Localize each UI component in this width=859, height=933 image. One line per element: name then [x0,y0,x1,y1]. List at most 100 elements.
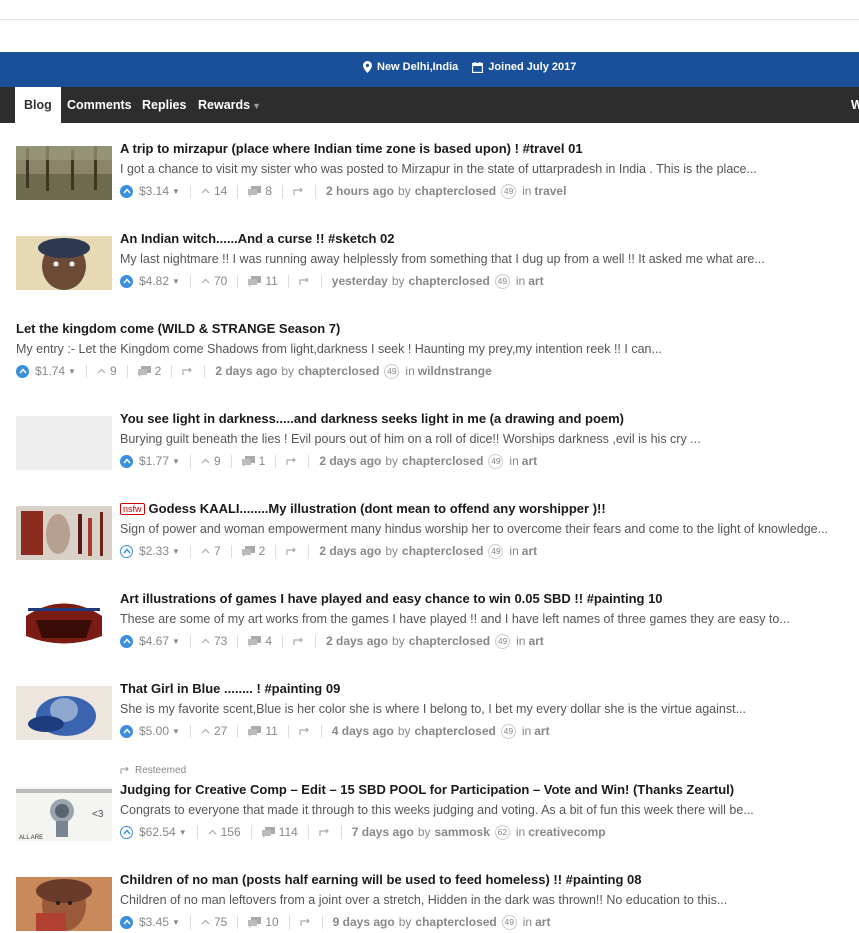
post-title[interactable]: That Girl in Blue ........ ! #painting 0… [120,680,859,698]
resteem-button[interactable] [299,277,311,286]
comments-count[interactable]: 11 [248,274,278,288]
payout-dropdown-icon[interactable]: ▼ [172,457,180,466]
post-title[interactable]: Let the kingdom come (WILD & STRANGE Sea… [16,320,859,338]
upvote-icon[interactable] [120,634,133,648]
post-category[interactable]: art [522,544,537,558]
votes-count[interactable]: 73 [201,634,227,648]
post-title[interactable]: A trip to mirzapur (place where Indian t… [120,140,859,158]
tab-rewards[interactable]: Rewards ▼ [198,87,261,123]
post-excerpt[interactable]: I got a chance to visit my sister who wa… [120,159,859,179]
comments-count[interactable]: 10 [248,915,279,929]
post-time[interactable]: 9 days ago [333,915,395,929]
post-category[interactable]: art [528,634,543,648]
post-title[interactable]: An Indian witch......And a curse !! #ske… [120,230,859,248]
post-author[interactable]: chapterclosed [415,724,496,738]
payout-dropdown-icon[interactable]: ▼ [172,637,180,646]
post-time[interactable]: 2 days ago [215,364,277,378]
post-author[interactable]: chapterclosed [402,454,483,468]
resteem-button[interactable] [286,547,298,556]
votes-count[interactable]: 14 [201,184,227,198]
resteem-button[interactable] [319,828,331,837]
votes-count[interactable]: 7 [201,544,221,558]
payout-dropdown-icon[interactable]: ▼ [172,277,180,286]
post-excerpt[interactable]: My entry :- Let the Kingdom come Shadows… [16,339,859,359]
votes-count[interactable]: 156 [208,825,241,839]
post-category[interactable]: art [535,915,550,929]
payout-value[interactable]: $3.14 [139,184,169,198]
post-thumbnail[interactable] [16,236,112,290]
upvote-icon[interactable] [120,724,133,738]
post-category[interactable]: art [522,454,537,468]
post-author[interactable]: chapterclosed [415,184,496,198]
payout-value[interactable]: $4.82 [139,274,169,288]
resteem-button[interactable] [293,637,305,646]
resteem-button[interactable] [299,727,311,736]
votes-count[interactable]: 70 [201,274,227,288]
post-excerpt[interactable]: Burying guilt beneath the lies ! Evil po… [120,429,859,449]
upvote-icon[interactable] [120,915,133,929]
upvote-icon[interactable] [16,364,29,378]
tab-replies[interactable]: Replies [142,87,186,123]
post-title[interactable]: nsfw Godess KAALI........My illustration … [120,500,859,518]
post-thumbnail[interactable] [16,506,112,560]
post-thumbnail[interactable] [16,686,112,740]
upvote-icon[interactable] [120,274,133,288]
payout-dropdown-icon[interactable]: ▼ [68,367,76,376]
post-time[interactable]: 2 days ago [326,634,388,648]
post-category[interactable]: creativecomp [528,825,605,839]
comments-count[interactable]: 2 [241,544,265,558]
payout-value[interactable]: $4.67 [139,634,169,648]
post-thumbnail[interactable] [16,596,112,650]
post-time[interactable]: 4 days ago [332,724,394,738]
post-author[interactable]: chapterclosed [402,544,483,558]
post-excerpt[interactable]: Children of no man leftovers from a join… [120,890,859,910]
payout-value[interactable]: $62.54 [139,825,176,839]
payout-value[interactable]: $3.45 [139,915,169,929]
payout-value[interactable]: $5.00 [139,724,169,738]
votes-count[interactable]: 9 [201,454,221,468]
post-author[interactable]: chapterclosed [409,274,490,288]
upvote-icon[interactable] [120,825,133,839]
comments-count[interactable]: 8 [248,184,272,198]
tab-blog[interactable]: Blog [15,87,61,123]
upvote-icon[interactable] [120,454,133,468]
post-thumbnail[interactable] [16,416,112,470]
tab-comments[interactable]: Comments [67,87,132,123]
resteem-button[interactable] [286,457,298,466]
comments-count[interactable]: 2 [137,364,161,378]
post-category[interactable]: wildnstrange [418,364,492,378]
post-excerpt[interactable]: Sign of power and woman empowerment many… [120,519,859,539]
payout-dropdown-icon[interactable]: ▼ [172,187,180,196]
resteem-button[interactable] [300,918,312,927]
resteem-button[interactable] [293,187,305,196]
payout-value[interactable]: $1.74 [35,364,65,378]
post-category[interactable]: art [528,274,543,288]
post-excerpt[interactable]: She is my favorite scent,Blue is her col… [120,699,859,719]
post-author[interactable]: chapterclosed [298,364,379,378]
comments-count[interactable]: 1 [241,454,265,468]
post-title[interactable]: Children of no man (posts half earning w… [120,871,859,889]
post-thumbnail[interactable]: <3 ALL ARE [16,787,112,841]
post-category[interactable]: travel [534,184,566,198]
upvote-icon[interactable] [120,544,133,558]
payout-dropdown-icon[interactable]: ▼ [172,918,180,927]
votes-count[interactable]: 27 [201,724,227,738]
comments-count[interactable]: 114 [261,825,298,839]
comments-count[interactable]: 4 [248,634,272,648]
post-time[interactable]: 2 hours ago [326,184,394,198]
post-title[interactable]: You see light in darkness.....and darkne… [120,410,859,428]
post-author[interactable]: chapterclosed [415,915,496,929]
post-excerpt[interactable]: Congrats to everyone that made it throug… [120,800,859,820]
payout-value[interactable]: $1.77 [139,454,169,468]
post-author[interactable]: chapterclosed [409,634,490,648]
votes-count[interactable]: 75 [201,915,227,929]
post-time[interactable]: 7 days ago [352,825,414,839]
post-thumbnail[interactable] [16,146,112,200]
post-excerpt[interactable]: These are some of my art works from the … [120,609,859,629]
resteem-button[interactable] [182,367,194,376]
post-time[interactable]: yesterday [332,274,388,288]
comments-count[interactable]: 11 [248,724,278,738]
post-time[interactable]: 2 days ago [319,544,381,558]
post-author[interactable]: sammosk [435,825,490,839]
post-excerpt[interactable]: My last nightmare !! I was running away … [120,249,859,269]
